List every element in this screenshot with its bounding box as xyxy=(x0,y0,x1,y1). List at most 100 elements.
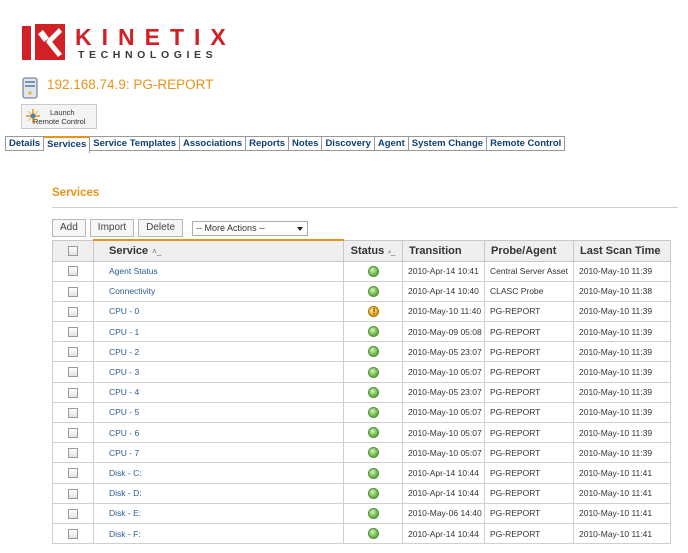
row-checkbox-cell xyxy=(52,361,94,383)
table-row[interactable]: Disk - C: 2010-Apr-14 10:44 PG-REPORT 2010-… xyxy=(52,462,671,484)
transition-cell: 2010-May-10 05:07 xyxy=(402,421,485,444)
status-cell xyxy=(343,442,403,464)
status-ok-icon xyxy=(367,447,379,459)
table-row[interactable]: CPU - 0 2010-May-10 11:40PG-REPORT2010-Ma… xyxy=(52,300,671,323)
last-scan-time-cell: 2010-May-10 11:39 xyxy=(573,300,671,323)
tab-bar: Details Services Service Templates Assoc… xyxy=(5,136,566,153)
row-checkbox[interactable] xyxy=(68,367,78,378)
service-name-link[interactable]: CPU - 6 xyxy=(93,421,344,444)
service-name-link[interactable]: CPU - 4 xyxy=(93,381,344,403)
table-row[interactable]: Disk - D: 2010-Apr-14 10:44 PG-REPORT 2010-… xyxy=(52,482,671,504)
sort-icon: ˄_ xyxy=(152,246,162,256)
table-row[interactable]: CPU - 7 2010-May-10 05:07 PG-REPORT 2010-Ma… xyxy=(52,442,671,464)
status-cell xyxy=(343,321,403,343)
status-ok-icon xyxy=(367,427,379,439)
status-cell xyxy=(343,482,403,504)
column-header-status[interactable]: Status ⸗_ xyxy=(343,239,403,262)
last-scan-time-cell: 2010-May-10 11:41 xyxy=(573,502,671,524)
row-checkbox[interactable] xyxy=(68,448,78,459)
service-name-link[interactable]: Disk - F: xyxy=(93,522,344,545)
service-name-link[interactable]: Disk - E: xyxy=(93,502,344,524)
column-header-probe-agent[interactable]: Probe/Agent xyxy=(484,239,574,262)
table-row[interactable]: Disk - F: 2010-Apr-14 10:44 PG-REPORT 2010-… xyxy=(52,522,671,545)
select-all-checkbox[interactable] xyxy=(68,245,78,256)
row-checkbox-cell xyxy=(52,280,94,302)
probe-agent-cell: PG-REPORT xyxy=(484,381,574,403)
service-name-link[interactable]: Disk - C: xyxy=(93,462,344,484)
probe-agent-cell: PG-REPORT xyxy=(484,462,574,484)
probe-agent-cell: PG-REPORT xyxy=(484,421,574,444)
tab-discovery[interactable]: Discovery xyxy=(322,136,375,151)
status-ok-icon xyxy=(367,528,379,540)
row-checkbox[interactable] xyxy=(68,347,78,358)
table-row[interactable]: Connectivity 2010-Apr-14 10:40 CLASC Probe… xyxy=(52,280,671,302)
column-header-service[interactable]: Service ˄_ xyxy=(93,239,344,262)
table-row[interactable]: CPU - 2 2010-May-05 23:07 PG-REPORT 2010-Ma… xyxy=(52,341,671,363)
service-name-link[interactable]: CPU - 2 xyxy=(93,341,344,363)
last-scan-time-cell: 2010-May-10 11:39 xyxy=(573,321,671,343)
status-ok-icon xyxy=(367,366,379,378)
import-button[interactable]: Import xyxy=(89,219,135,237)
table-row[interactable]: CPU - 6 2010-May-10 05:07 PG-REPORT 2010-Ma… xyxy=(52,421,671,444)
last-scan-time-cell: 2010-May-10 11:39 xyxy=(573,341,671,363)
status-cell xyxy=(343,462,403,484)
service-name-link[interactable]: CPU - 5 xyxy=(93,401,344,424)
services-table: Service ˄_ Status ⸗_ Transition Probe/Agen… xyxy=(52,239,671,545)
last-scan-time-cell: 2010-May-10 11:41 xyxy=(573,462,671,484)
tab-details[interactable]: Details xyxy=(5,136,45,151)
table-row[interactable]: CPU - 3 2010-May-10 05:07 PG-REPORT 2010-Ma… xyxy=(52,361,671,383)
row-checkbox[interactable] xyxy=(68,508,78,519)
service-name-link[interactable]: Connectivity xyxy=(93,280,344,302)
row-checkbox-cell xyxy=(52,462,94,484)
table-row[interactable]: CPU - 4 2010-May-05 23:07 PG-REPORT 2010-Ma… xyxy=(52,381,671,403)
row-checkbox-cell xyxy=(52,442,94,464)
service-name-link[interactable]: CPU - 7 xyxy=(93,442,344,464)
row-checkbox[interactable] xyxy=(68,528,78,539)
table-row[interactable]: CPU - 5 2010-May-10 05:07 PG-REPORT 2010-Ma… xyxy=(52,401,671,424)
more-actions-select[interactable]: -- More Actions -- xyxy=(192,221,309,236)
chevron-down-icon xyxy=(297,227,304,231)
host-title: 192.168.74.9: PG-REPORT xyxy=(47,77,214,92)
status-cell xyxy=(343,522,403,545)
row-checkbox-cell xyxy=(52,401,94,424)
service-name-link[interactable]: Disk - D: xyxy=(93,482,344,504)
row-checkbox[interactable] xyxy=(68,266,78,277)
service-name-link[interactable]: Agent Status xyxy=(93,260,344,282)
row-checkbox[interactable] xyxy=(68,427,78,438)
service-name-link[interactable]: CPU - 1 xyxy=(93,321,344,343)
tab-remote-control[interactable]: Remote Control xyxy=(487,136,566,151)
row-checkbox-cell xyxy=(52,321,94,343)
tab-associations[interactable]: Associations xyxy=(179,136,247,151)
tab-service-templates[interactable]: Service Templates xyxy=(90,136,180,151)
tab-system-change[interactable]: System Change xyxy=(408,136,488,151)
service-name-link[interactable]: CPU - 3 xyxy=(93,361,344,383)
probe-agent-cell: PG-REPORT xyxy=(484,341,574,363)
tab-services[interactable]: Services xyxy=(44,136,91,153)
column-header-last-scan-time[interactable]: Last Scan Time xyxy=(573,239,671,262)
probe-agent-cell: Central Server Asset xyxy=(484,260,574,282)
transition-cell: 2010-May-05 23:07 xyxy=(402,341,485,363)
service-name-link[interactable]: CPU - 0 xyxy=(93,300,344,323)
row-checkbox[interactable] xyxy=(68,286,78,297)
row-checkbox[interactable] xyxy=(68,468,78,479)
launch-remote-control-button[interactable]: Launch Remote Control xyxy=(21,104,97,129)
status-ok-icon xyxy=(367,346,379,358)
table-row[interactable]: Agent Status 2010-Apr-14 10:41 Central Ser… xyxy=(52,260,671,282)
tab-agent[interactable]: Agent xyxy=(374,136,409,151)
status-ok-icon xyxy=(367,507,379,519)
row-checkbox[interactable] xyxy=(68,306,78,317)
column-header-transition[interactable]: Transition xyxy=(402,239,485,262)
section-divider xyxy=(52,207,678,208)
tab-reports[interactable]: Reports xyxy=(246,136,290,151)
row-checkbox[interactable] xyxy=(68,488,78,499)
table-row[interactable]: CPU - 1 2010-May-09 05:08 PG-REPORT 2010-Ma… xyxy=(52,321,671,343)
row-checkbox[interactable] xyxy=(68,387,78,398)
column-label-status: Status xyxy=(350,244,385,257)
table-row[interactable]: Disk - E: 2010-May-06 14:40 PG-REPORT 2010-… xyxy=(52,502,671,524)
row-checkbox[interactable] xyxy=(68,407,78,418)
delete-button[interactable]: Delete xyxy=(138,219,184,237)
tab-notes[interactable]: Notes xyxy=(289,136,323,151)
add-button[interactable]: Add xyxy=(52,219,86,237)
row-checkbox-cell xyxy=(52,482,94,504)
row-checkbox[interactable] xyxy=(68,327,78,338)
